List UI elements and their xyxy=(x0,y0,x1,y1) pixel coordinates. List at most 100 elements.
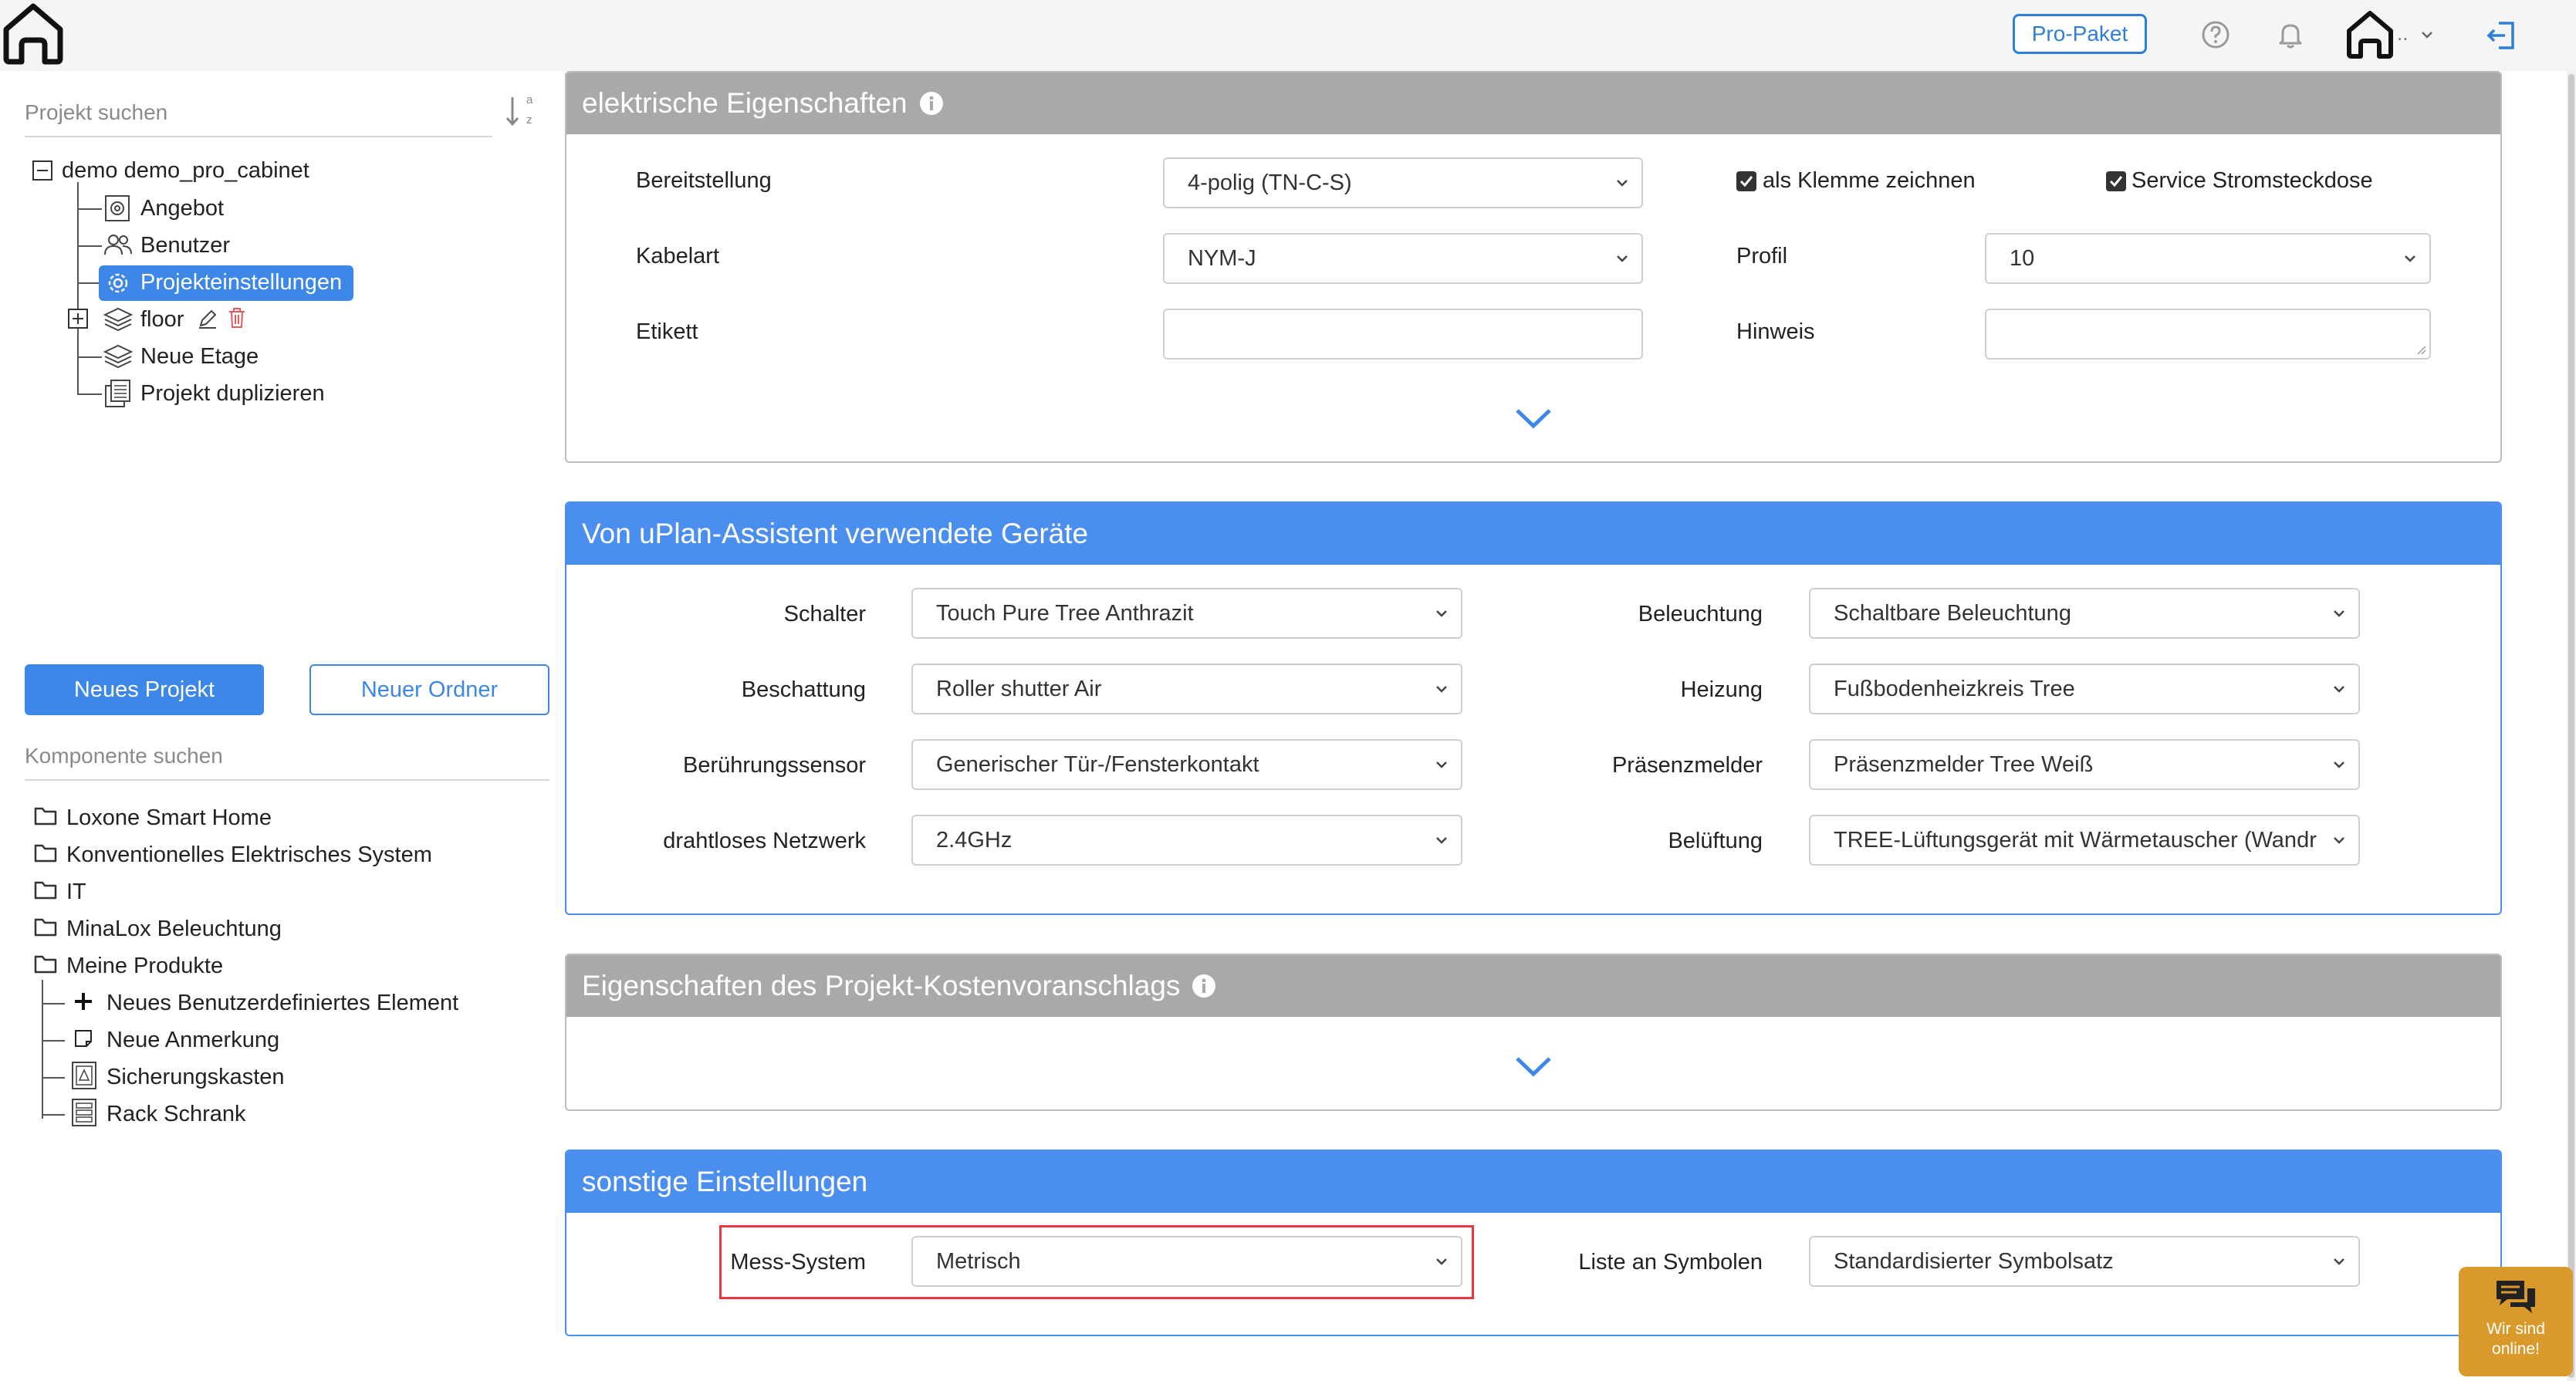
device-select-netzwerk[interactable]: 2.4GHz xyxy=(911,815,1462,866)
component-folder-konventionell[interactable]: Konventionelles Elektrisches System xyxy=(66,842,432,868)
expand-chevron-icon[interactable] xyxy=(1513,1052,1554,1079)
chat-text-line1: Wir sind xyxy=(2486,1320,2545,1338)
expand-toggle-icon[interactable] xyxy=(68,309,88,329)
checkmark-icon xyxy=(1739,176,1753,187)
resize-handle-icon[interactable] xyxy=(2415,344,2426,355)
mess-system-select[interactable]: Metrisch xyxy=(911,1236,1462,1287)
chevron-down-icon xyxy=(1436,1258,1447,1265)
device-select-beruehrungssensor[interactable]: Generischer Tür-/Fensterkontakt xyxy=(911,739,1462,790)
chevron-down-icon[interactable] xyxy=(2419,26,2436,43)
page-scrollbar-thumb[interactable] xyxy=(2568,74,2574,1378)
component-folder-meine-produkte[interactable]: Meine Produkte xyxy=(66,954,223,979)
device-select-heizung[interactable]: Fußbodenheizkreis Tree xyxy=(1809,663,2360,714)
klemme-checkbox[interactable] xyxy=(1736,171,1756,191)
service-checkbox[interactable] xyxy=(2106,171,2126,191)
klemme-label[interactable]: als Klemme zeichnen xyxy=(1763,168,1976,194)
folder-icon xyxy=(34,844,57,863)
user-house-icon[interactable] xyxy=(2343,8,2397,62)
mess-system-value: Metrisch xyxy=(936,1248,1021,1274)
component-folder-minalox[interactable]: MinaLox Beleuchtung xyxy=(66,917,282,942)
device-label-praesenzmelder: Präsenzmelder xyxy=(1611,753,1763,778)
tree-root-project[interactable]: demo demo_pro_cabinet xyxy=(62,158,309,184)
logout-icon[interactable] xyxy=(2483,17,2520,54)
project-search-box xyxy=(25,89,492,137)
layers-icon xyxy=(103,307,134,332)
sort-az-icon[interactable]: a z xyxy=(503,91,537,131)
pro-package-button[interactable]: Pro-Paket xyxy=(2013,14,2147,54)
copy-icon xyxy=(105,380,130,407)
component-fusebox[interactable]: Sicherungskasten xyxy=(106,1065,285,1090)
hinweis-textarea[interactable] xyxy=(1985,309,2431,360)
edit-pencil-icon[interactable] xyxy=(196,307,219,330)
info-icon[interactable] xyxy=(918,90,945,116)
new-folder-button[interactable]: Neuer Ordner xyxy=(309,664,549,715)
etikett-label: Etikett xyxy=(636,319,698,344)
cost-estimate-panel: Eigenschaften des Projekt-Kostenvoransch… xyxy=(565,954,2502,1111)
expand-chevron-icon[interactable] xyxy=(1513,404,1554,431)
component-search-input[interactable] xyxy=(25,733,549,779)
info-icon[interactable] xyxy=(1191,973,1217,999)
component-folder-loxone[interactable]: Loxone Smart Home xyxy=(66,805,272,831)
device-label-schalter: Schalter xyxy=(783,602,866,626)
component-rack[interactable]: Rack Schrank xyxy=(106,1102,246,1127)
tree-item-benutzer[interactable]: Benutzer xyxy=(140,233,230,258)
chevron-down-icon xyxy=(1617,180,1628,187)
electrical-panel-title: elektrische Eigenschaften xyxy=(582,87,908,119)
device-value-beruehrungssensor: Generischer Tür-/Fensterkontakt xyxy=(936,751,1259,777)
chevron-down-icon xyxy=(1617,255,1628,262)
note-icon xyxy=(75,1030,92,1047)
device-select-praesenzmelder[interactable]: Präsenzmelder Tree Weiß xyxy=(1809,739,2360,790)
tree-item-neue-etage[interactable]: Neue Etage xyxy=(140,344,259,370)
kabelart-select[interactable]: NYM-J xyxy=(1163,233,1643,284)
device-value-schalter: Touch Pure Tree Anthrazit xyxy=(936,600,1194,626)
collapse-toggle-icon[interactable] xyxy=(32,160,52,181)
tree-item-projekteinstellungen[interactable]: Projekteinstellungen xyxy=(140,270,342,295)
symbol-list-label: Liste an Symbolen xyxy=(1578,1250,1763,1275)
misc-panel-header[interactable]: sonstige Einstellungen xyxy=(566,1151,2500,1213)
service-label[interactable]: Service Stromsteckdose xyxy=(2131,168,2373,194)
device-value-belueftung: TREE-Lüftungsgerät mit Wärmetauscher (Wa… xyxy=(1834,827,2317,853)
tree-item-angebot[interactable]: Angebot xyxy=(140,196,224,221)
project-search-input[interactable] xyxy=(25,89,492,136)
etikett-input[interactable] xyxy=(1163,309,1643,360)
folder-icon xyxy=(34,881,57,900)
home-logo-icon[interactable] xyxy=(0,0,66,66)
bell-icon[interactable] xyxy=(2271,15,2310,54)
kabelart-value: NYM-J xyxy=(1188,245,1256,271)
device-select-schalter[interactable]: Touch Pure Tree Anthrazit xyxy=(911,588,1462,639)
devices-panel-title: Von uPlan-Assistent verwendete Geräte xyxy=(582,518,1089,549)
component-new-custom-element[interactable]: Neues Benutzerdefiniertes Element xyxy=(106,991,458,1016)
device-select-belueftung[interactable]: TREE-Lüftungsgerät mit Wärmetauscher (Wa… xyxy=(1809,815,2360,866)
device-value-beschattung: Roller shutter Air xyxy=(936,676,1102,701)
electrical-panel-header[interactable]: elektrische Eigenschaften xyxy=(566,73,2500,134)
profil-label: Profil xyxy=(1736,244,1788,268)
component-folder-it[interactable]: IT xyxy=(66,880,86,905)
devices-panel-header[interactable]: Von uPlan-Assistent verwendete Geräte xyxy=(566,503,2500,565)
symbol-list-select[interactable]: Standardisierter Symbolsatz xyxy=(1809,1236,2360,1287)
cost-panel-header[interactable]: Eigenschaften des Projekt-Kostenvoransch… xyxy=(566,955,2500,1017)
help-icon[interactable] xyxy=(2196,15,2235,54)
trash-icon[interactable] xyxy=(225,306,248,330)
device-label-beruehrungssensor: Berührungssensor xyxy=(683,753,866,778)
chevron-down-icon xyxy=(2334,761,2344,768)
device-label-netzwerk: drahtloses Netzwerk xyxy=(663,829,866,853)
component-new-note[interactable]: Neue Anmerkung xyxy=(106,1028,279,1053)
chevron-down-icon xyxy=(1436,686,1447,693)
rack-icon xyxy=(72,1099,96,1126)
device-select-beschattung[interactable]: Roller shutter Air xyxy=(911,663,1462,714)
tree-connector xyxy=(42,1003,65,1005)
bereitstellung-select[interactable]: 4-polig (TN-C-S) xyxy=(1163,157,1643,208)
profil-select[interactable]: 10 xyxy=(1985,233,2431,284)
device-value-heizung: Fußbodenheizkreis Tree xyxy=(1834,676,2075,701)
profil-value: 10 xyxy=(2010,245,2035,271)
new-project-button[interactable]: Neues Projekt xyxy=(25,664,264,715)
chat-widget[interactable]: Wir sind online! xyxy=(2459,1267,2573,1376)
tree-connector xyxy=(42,1077,65,1079)
chat-bubble-icon xyxy=(2497,1281,2535,1313)
tree-item-projekt-duplizieren[interactable]: Projekt duplizieren xyxy=(140,381,325,407)
device-select-beleuchtung[interactable]: Schaltbare Beleuchtung xyxy=(1809,588,2360,639)
user-menu-label[interactable]: .. xyxy=(2397,22,2408,46)
tree-item-floor[interactable]: floor xyxy=(140,307,184,333)
gear-doc-icon xyxy=(105,195,130,221)
cost-panel-title: Eigenschaften des Projekt-Kostenvoransch… xyxy=(582,970,1181,1001)
